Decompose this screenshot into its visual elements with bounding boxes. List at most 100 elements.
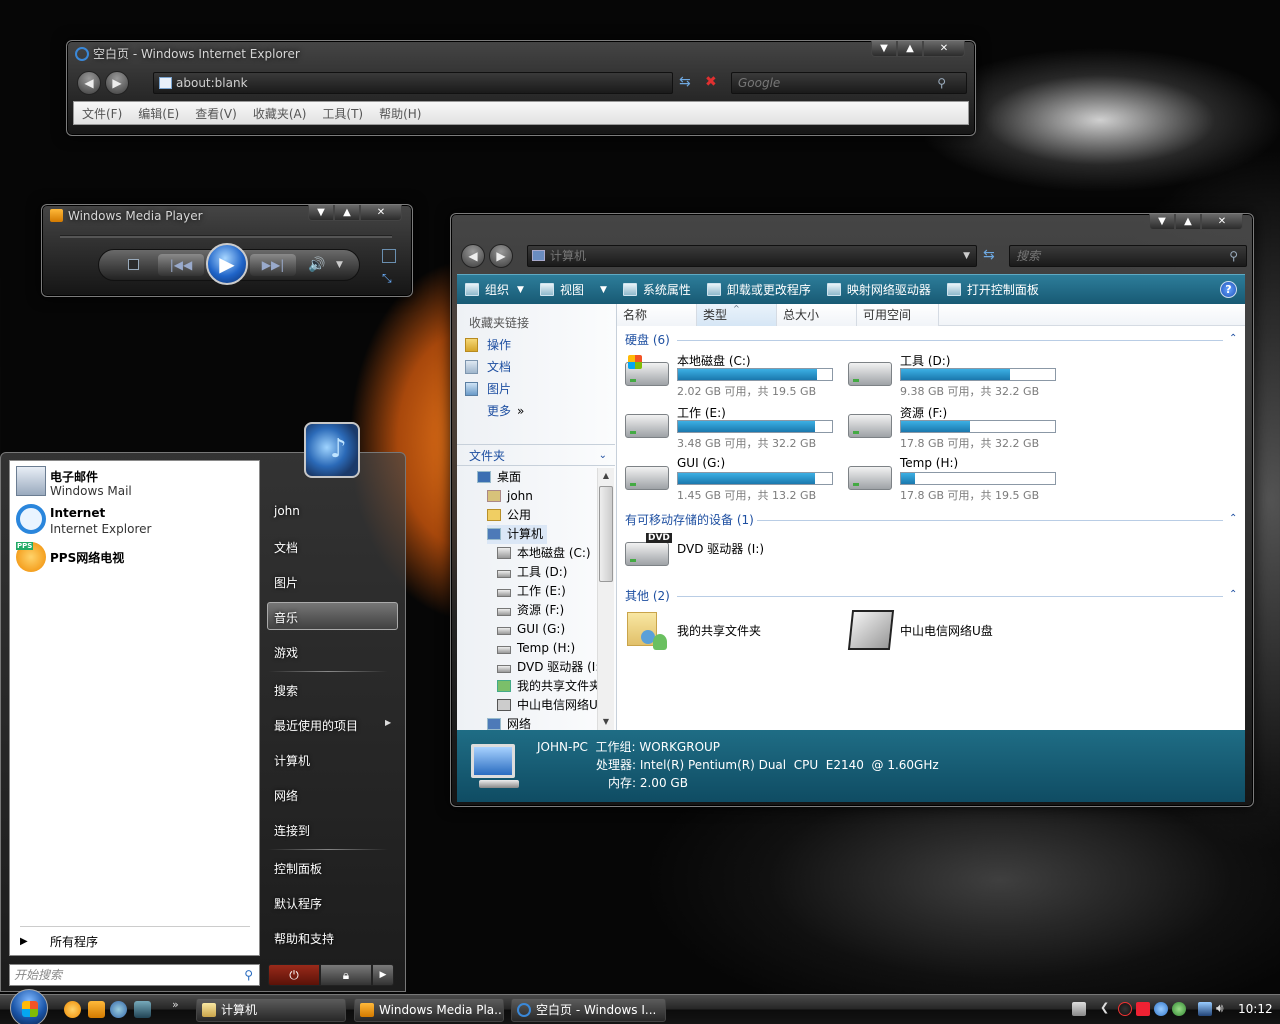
close-button[interactable]: ✕: [1201, 214, 1243, 230]
start-right-control-panel[interactable]: 控制面板: [274, 860, 322, 877]
all-programs[interactable]: ▶ 所有程序: [10, 931, 260, 953]
clock[interactable]: 10:12: [1238, 1002, 1273, 1016]
maximize-button[interactable]: ▲: [897, 41, 923, 57]
tray-expand-icon[interactable]: ❮: [1100, 1001, 1109, 1014]
switch-view-icon[interactable]: [382, 249, 396, 263]
start-right-recent[interactable]: 最近使用的项目: [274, 717, 358, 734]
pinned-pps[interactable]: PPS PPS网络电视: [10, 539, 260, 577]
drive-g[interactable]: GUI (G:) 1.45 GB 可用，共 13.2 GB: [625, 456, 845, 504]
start-search-box[interactable]: 开始搜索 ⚲: [9, 964, 260, 986]
tree-item-drive-c[interactable]: 本地磁盘 (C:): [497, 544, 591, 563]
play-button[interactable]: ▶: [206, 243, 248, 285]
lock-button[interactable]: 🔒︎: [320, 964, 372, 986]
pinned-mail[interactable]: 电子邮件 Windows Mail: [10, 463, 260, 501]
tree-item-computer[interactable]: 计算机: [487, 525, 548, 544]
search-icon[interactable]: ⚲: [1229, 246, 1238, 266]
maximize-button[interactable]: ▲: [334, 205, 360, 221]
favorite-more[interactable]: 更多»: [457, 400, 615, 422]
menu-file[interactable]: 文件(F): [82, 105, 122, 122]
start-right-music[interactable]: 音乐: [274, 609, 298, 626]
column-type[interactable]: 类型 ^: [697, 304, 777, 326]
forward-button[interactable]: ▶: [489, 244, 513, 268]
shutdown-options-button[interactable]: ▶: [372, 964, 394, 986]
stop-icon[interactable]: ✖: [705, 74, 717, 90]
start-right-documents[interactable]: 文档: [274, 539, 298, 556]
start-right-pictures[interactable]: 图片: [274, 574, 298, 591]
tree-item-dvd[interactable]: DVD 驱动器 (I:): [497, 658, 597, 677]
tree-item-desktop[interactable]: 桌面: [477, 468, 521, 487]
start-right-search[interactable]: 搜索: [274, 682, 298, 699]
mini-mode-icon[interactable]: ⤡: [382, 271, 392, 286]
group-other[interactable]: 其他 (2): [625, 588, 670, 604]
keyboard-icon[interactable]: [1072, 1002, 1086, 1016]
menu-view[interactable]: 查看(V): [195, 105, 237, 122]
refresh-icon[interactable]: ⇆: [679, 74, 691, 90]
seek-bar[interactable]: [60, 235, 392, 238]
start-right-default-programs[interactable]: 默认程序: [274, 895, 322, 912]
back-button[interactable]: ◀: [77, 71, 101, 95]
update-icon[interactable]: [1154, 1002, 1168, 1016]
search-input[interactable]: 搜索 ⚲: [1009, 245, 1247, 267]
tree-item-drive-f[interactable]: 资源 (F:): [497, 601, 564, 620]
taskbar-button-wmp[interactable]: Windows Media Pla...: [354, 998, 504, 1022]
start-right-help[interactable]: 帮助和支持: [274, 930, 334, 947]
column-total-size[interactable]: 总大小: [777, 304, 857, 326]
chevron-down-icon[interactable]: ▼: [336, 260, 343, 270]
collapse-icon[interactable]: ⌃: [1229, 589, 1237, 600]
volume-icon[interactable]: 🔊︎: [1216, 1001, 1224, 1016]
maximize-button[interactable]: ▲: [1175, 214, 1201, 230]
search-input[interactable]: Google ⚲: [731, 72, 967, 94]
start-orb[interactable]: [10, 989, 48, 1024]
views-button[interactable]: 视图 ▼: [532, 275, 615, 304]
drive-c[interactable]: 本地磁盘 (C:) 2.02 GB 可用，共 19.5 GB: [625, 352, 845, 400]
favorite-pictures[interactable]: 图片: [457, 378, 615, 400]
tree-item-public[interactable]: 公用: [487, 506, 531, 525]
wmp-window[interactable]: Windows Media Player ▼ ▲ ✕ |◀◀ ▶ ▶▶| 🔊 ▼…: [41, 204, 413, 297]
tree-item-john[interactable]: john: [487, 487, 533, 506]
tree-item-network-udisk[interactable]: 中山电信网络U盘: [497, 696, 597, 715]
menu-tools[interactable]: 工具(T): [322, 105, 363, 122]
scroll-down-icon[interactable]: ▼: [598, 714, 614, 730]
group-removable[interactable]: 有可移动存储的设备 (1): [625, 512, 754, 528]
minimize-button[interactable]: ▼: [1149, 214, 1175, 230]
favorite-actions[interactable]: 操作: [457, 334, 615, 356]
scroll-up-icon[interactable]: ▲: [598, 468, 614, 484]
dvd-drive[interactable]: PPSDVD DVD 驱动器 (I:): [625, 530, 845, 578]
quicklaunch-more-icon[interactable]: »: [172, 998, 179, 1011]
uninstall-program-button[interactable]: 卸载或更改程序: [699, 275, 819, 304]
back-button[interactable]: ◀: [461, 244, 485, 268]
messenger-icon[interactable]: [1172, 1002, 1186, 1016]
menu-help[interactable]: 帮助(H): [379, 105, 421, 122]
collapse-icon[interactable]: ⌃: [1229, 333, 1237, 344]
tree-item-shared-folder[interactable]: 我的共享文件夹: [497, 677, 597, 696]
tree-item-network[interactable]: 网络: [487, 715, 531, 730]
column-name[interactable]: 名称: [617, 304, 697, 326]
ie-window[interactable]: 空白页 - Windows Internet Explorer ▼ ▲ ✕ ◀ …: [66, 40, 976, 136]
network-tray-icon[interactable]: [1198, 1002, 1212, 1016]
explorer-window[interactable]: ▼ ▲ ✕ ◀ ▶ 计算机 ▼ ⇆ 搜索 ⚲ 组织 ▼ 视图 ▼ 系统属性 卸载或更…: [450, 213, 1254, 807]
start-right-network[interactable]: 网络: [274, 787, 298, 804]
start-right-games[interactable]: 游戏: [274, 644, 298, 661]
map-network-drive-button[interactable]: 映射网络驱动器: [819, 275, 939, 304]
minimize-button[interactable]: ▼: [308, 205, 334, 221]
drive-h[interactable]: Temp (H:) 17.8 GB 可用，共 19.5 GB: [848, 456, 1068, 504]
chevron-down-icon[interactable]: ⌄: [599, 445, 607, 467]
scroll-thumb[interactable]: [599, 486, 613, 582]
favorite-documents[interactable]: 文档: [457, 356, 615, 378]
menu-edit[interactable]: 编辑(E): [138, 105, 179, 122]
taskbar-button-computer[interactable]: 计算机: [196, 998, 346, 1022]
system-properties-button[interactable]: 系统属性: [615, 275, 699, 304]
power-button[interactable]: ⏻: [268, 964, 320, 986]
search-icon[interactable]: ⚲: [937, 73, 946, 93]
next-button[interactable]: ▶▶|: [250, 254, 296, 276]
start-right-john[interactable]: john: [274, 504, 300, 518]
drive-e[interactable]: 工作 (E:) 3.48 GB 可用，共 32.2 GB: [625, 404, 845, 452]
organize-button[interactable]: 组织 ▼: [457, 275, 532, 304]
collapse-icon[interactable]: ⌃: [1229, 513, 1237, 524]
group-hdd[interactable]: 硬盘 (6): [625, 332, 670, 348]
pps-quicklaunch-icon[interactable]: [64, 1001, 81, 1018]
start-right-connect[interactable]: 连接到: [274, 822, 310, 839]
close-button[interactable]: ✕: [360, 205, 402, 221]
wmp-quicklaunch-icon[interactable]: [88, 1001, 105, 1018]
volume-icon[interactable]: 🔊: [308, 257, 325, 273]
